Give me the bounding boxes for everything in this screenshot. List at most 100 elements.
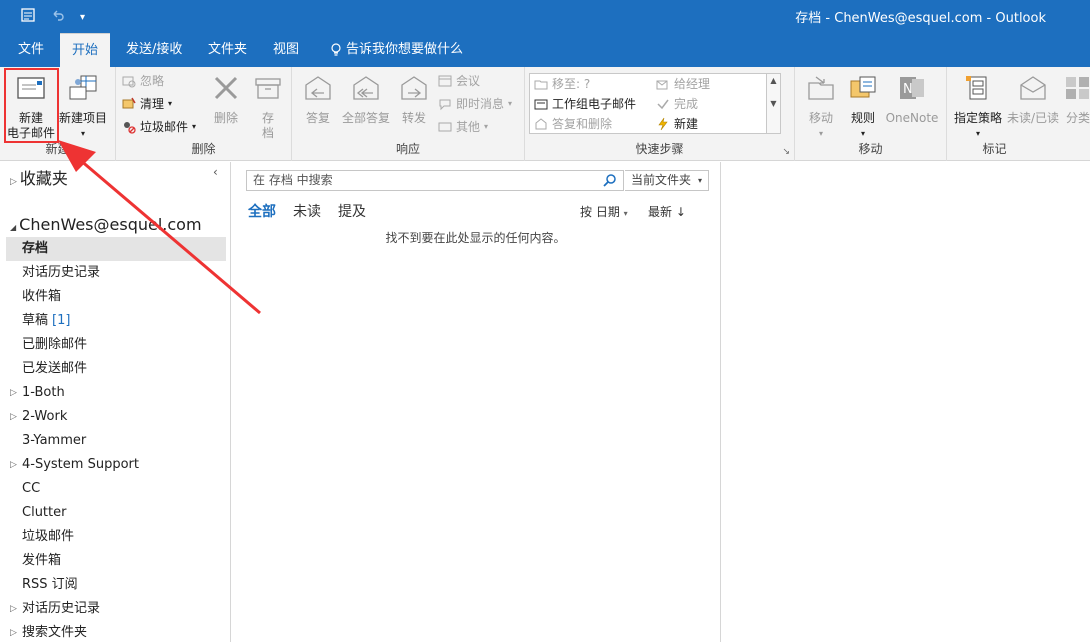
folder-expand-icon[interactable]: ▷ — [10, 597, 17, 621]
archive-button[interactable]: 存 档 — [250, 73, 286, 141]
favorites-header[interactable]: ▷ 收藏夹 — [10, 165, 68, 189]
rules-button[interactable]: 规则 ▾ — [845, 73, 881, 141]
archive-icon — [255, 78, 281, 99]
search-scope-dropdown[interactable]: 当前文件夹 ▾ — [625, 170, 709, 191]
search-input[interactable]: 在 存档 中搜索 — [246, 170, 624, 191]
im-button[interactable]: 即时消息 ▾ — [438, 94, 512, 114]
lightbulb-icon — [331, 43, 341, 56]
folder-item[interactable]: ▷ 1-Both — [6, 381, 226, 405]
qs-team-email[interactable]: 工作组电子邮件 — [534, 94, 636, 114]
collapse-pane-icon[interactable]: ‹ — [213, 165, 218, 179]
folder-label: 已删除邮件 — [22, 337, 88, 352]
meeting-button[interactable]: 会议 — [438, 71, 480, 91]
onenote-label: OneNote — [885, 111, 939, 125]
quick-steps-scrollbar[interactable]: ▲ ▼ — [766, 74, 780, 133]
folder-item[interactable]: 已删除邮件 — [6, 333, 226, 357]
folder-item[interactable]: RSS 订阅 — [6, 573, 226, 597]
ignore-button[interactable]: 忽略 — [122, 71, 164, 91]
qs-done[interactable]: 完成 — [656, 94, 698, 114]
send-receive-icon[interactable] — [20, 7, 36, 27]
assign-policy-button[interactable]: 指定策略 ▾ — [951, 73, 1005, 141]
reply-button[interactable]: 答复 — [298, 73, 338, 126]
scroll-down-icon[interactable]: ▼ — [767, 99, 780, 108]
filter-all[interactable]: 全部 — [248, 201, 276, 221]
folder-item[interactable]: 发件箱 — [6, 549, 226, 573]
svg-text:N: N — [903, 82, 913, 97]
account-header[interactable]: ◢ ChenWes@esquel.com — [10, 215, 202, 234]
account-caret-icon[interactable]: ◢ — [10, 223, 16, 232]
forward-button[interactable]: 转发 — [396, 73, 432, 126]
sort-by-dropdown[interactable]: 按 日期 ▾ — [580, 203, 628, 220]
delete-button[interactable]: 删除 — [208, 73, 244, 126]
group-quick-steps: 移至: ? 给经理 工作组电子邮件 完成 答复和删除 新建 ▲ ▼ ↘ 快速步骤 — [525, 67, 795, 161]
folder-expand-icon[interactable]: ▷ — [10, 621, 17, 642]
onenote-icon: N — [900, 77, 924, 99]
qs-create-new[interactable]: 新建 — [656, 114, 698, 134]
qs-reply-delete-label: 答复和删除 — [552, 117, 613, 131]
sort-order-toggle[interactable]: 最新 ↓ — [648, 203, 686, 220]
folder-item[interactable]: ▷ 对话历史记录 — [6, 597, 226, 621]
folder-item[interactable]: 草稿 [1] — [6, 309, 226, 333]
clean-up-button[interactable]: 清理 ▾ — [122, 94, 172, 114]
group-quick-steps-label: 快速步骤 — [635, 142, 684, 156]
filter-mentioned[interactable]: 提及 — [338, 201, 366, 221]
onenote-button[interactable]: N OneNote — [883, 73, 941, 126]
qs-to-manager[interactable]: 给经理 — [656, 74, 710, 94]
folder-expand-icon[interactable]: ▷ — [10, 405, 17, 429]
folder-item[interactable]: 收件箱 — [6, 285, 226, 309]
more-respond-button[interactable]: 其他 ▾ — [438, 117, 488, 137]
new-items-button[interactable]: 新建项目 ▾ — [58, 73, 108, 141]
folder-item[interactable]: ▷ 2-Work — [6, 405, 226, 429]
tell-me-box[interactable]: 告诉我你想要做什么 — [318, 33, 475, 67]
folder-label: CC — [22, 481, 41, 496]
folder-item[interactable]: CC — [6, 477, 226, 501]
folder-item[interactable]: 存档 — [6, 237, 226, 261]
folder-item[interactable]: 对话历史记录 — [6, 261, 226, 285]
unread-read-button[interactable]: 未读/已读 — [1005, 73, 1061, 126]
folder-item[interactable]: 已发送邮件 — [6, 357, 226, 381]
tab-send-receive[interactable]: 发送/接收 — [114, 33, 194, 67]
reply-all-button[interactable]: 全部答复 — [340, 73, 392, 126]
folder-item[interactable]: ▷ 4-System Support — [6, 453, 226, 477]
qs-reply-delete[interactable]: 答复和删除 — [534, 114, 612, 134]
folder-item[interactable]: Clutter — [6, 501, 226, 525]
tab-view[interactable]: 视图 — [261, 33, 311, 67]
undo-icon[interactable] — [50, 7, 66, 27]
window-title: 存档 - ChenWes@esquel.com - Outlook — [795, 11, 1046, 26]
filter-unread[interactable]: 未读 — [293, 201, 321, 221]
move-to-icon — [534, 80, 548, 90]
group-delete: 忽略 清理 ▾ 垃圾邮件 ▾ 删除 存 档 删除 — [116, 67, 292, 161]
categorize-button[interactable]: 分类 — [1063, 73, 1090, 126]
folder-item[interactable]: 垃圾邮件 — [6, 525, 226, 549]
ignore-label: 忽略 — [140, 74, 165, 88]
customize-qat-icon[interactable]: ▾ — [80, 12, 85, 23]
reply-all-label: 全部答复 — [341, 111, 390, 125]
tab-folder[interactable]: 文件夹 — [196, 33, 259, 67]
move-button[interactable]: 移动 ▾ — [801, 73, 841, 141]
folder-item[interactable]: 3-Yammer — [6, 429, 226, 453]
folder-label: 存档 — [22, 241, 49, 256]
folder-pane: ‹ ▷ 收藏夹 ◢ ChenWes@esquel.com 存档对话历史记录收件箱 草稿… — [0, 162, 231, 642]
favorites-caret-icon[interactable]: ▷ — [10, 177, 17, 187]
im-dropdown-icon: ▾ — [508, 99, 513, 108]
folder-expand-icon[interactable]: ▷ — [10, 453, 17, 477]
tab-home[interactable]: 开始 — [60, 33, 111, 67]
quick-access-toolbar: ▾ — [20, 7, 85, 27]
junk-button[interactable]: 垃圾邮件 ▾ — [122, 117, 196, 137]
tab-file[interactable]: 文件 — [6, 33, 56, 67]
policy-dropdown-icon: ▾ — [975, 129, 980, 138]
folder-expand-icon[interactable]: ▷ — [10, 381, 17, 405]
sort-dropdown-icon: ▾ — [623, 209, 628, 218]
qs-team-email-label: 工作组电子邮件 — [552, 97, 637, 111]
quick-steps-gallery: 移至: ? 给经理 工作组电子邮件 完成 答复和删除 新建 ▲ ▼ — [529, 73, 781, 134]
folder-item[interactable]: ▷ 搜索文件夹 — [6, 621, 226, 642]
search-icon[interactable] — [603, 173, 617, 187]
scroll-up-icon[interactable]: ▲ — [767, 76, 780, 85]
qs-move-to[interactable]: 移至: ? — [534, 74, 590, 94]
instant-message-icon — [439, 99, 451, 111]
more-label: 其他 — [456, 120, 481, 134]
folder-label: 1-Both — [22, 385, 65, 400]
highlight-box — [4, 68, 59, 143]
folder-label: 对话历史记录 — [22, 265, 101, 280]
clean-up-dropdown-icon: ▾ — [168, 99, 173, 108]
